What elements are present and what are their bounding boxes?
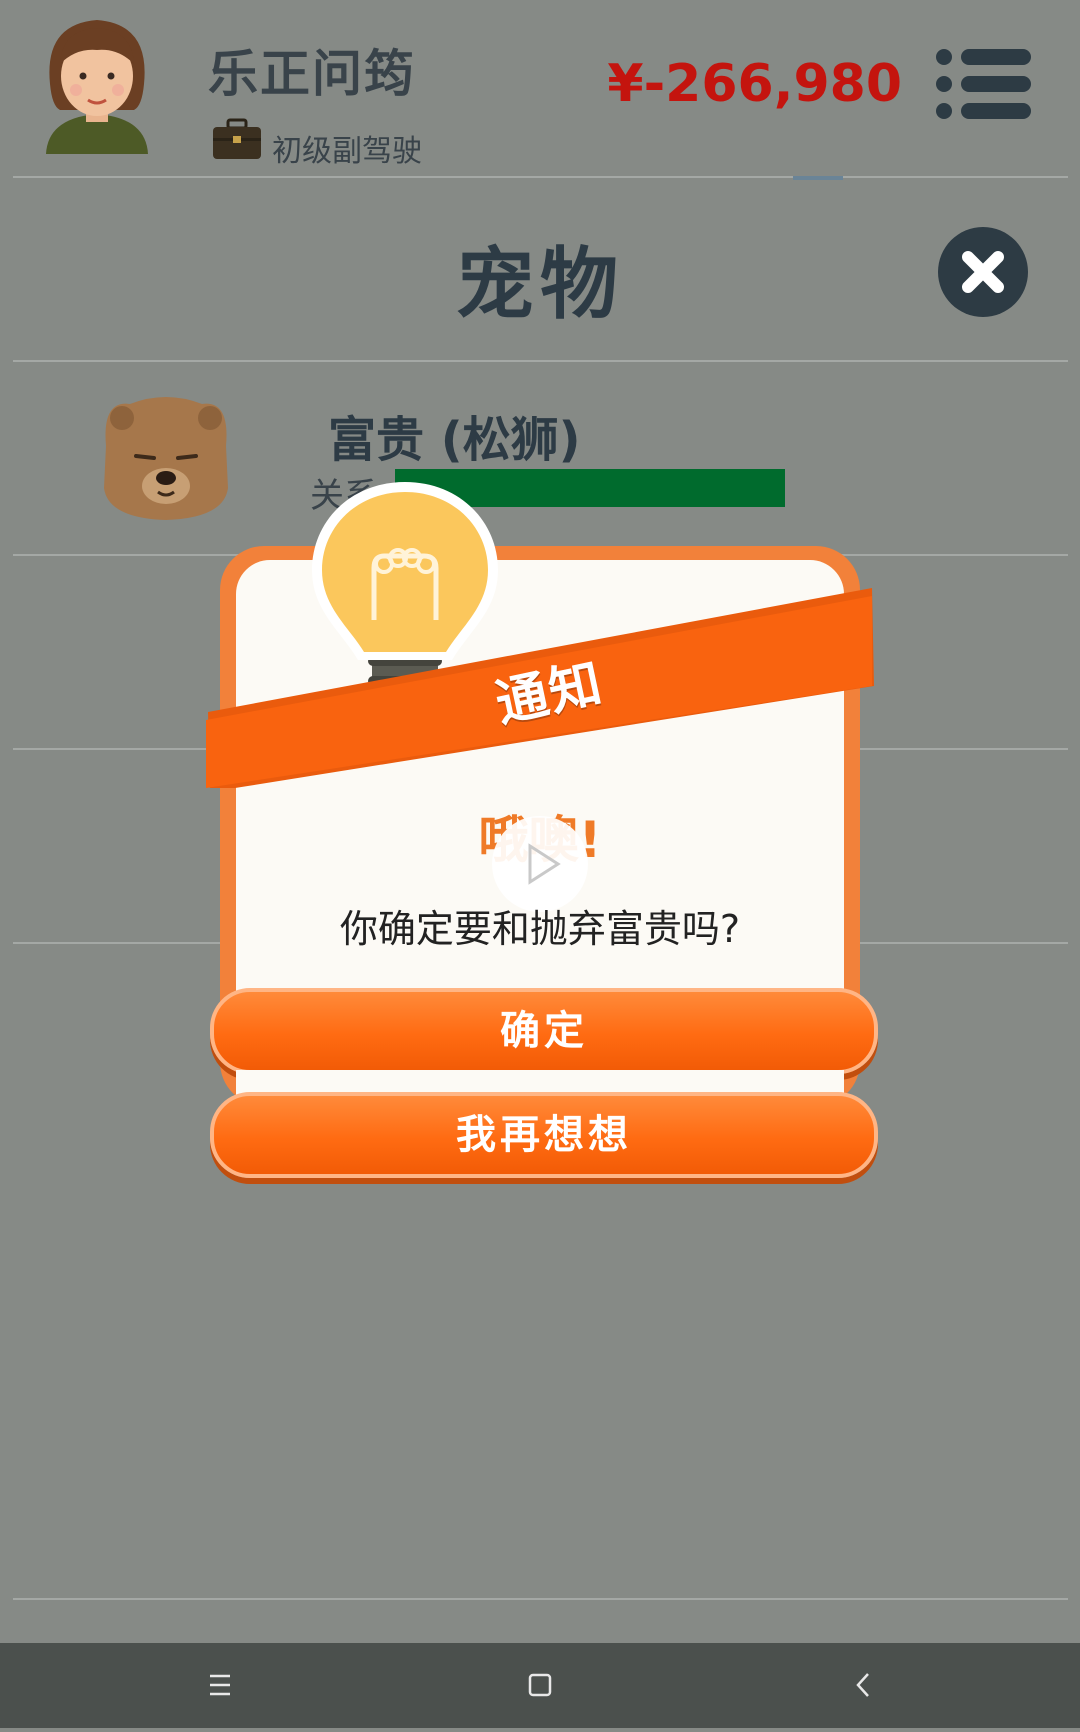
nav-home-icon: [528, 1673, 552, 1697]
header-divider: [13, 176, 1068, 178]
player-name: 乐正问筠: [208, 45, 416, 103]
close-button[interactable]: [938, 227, 1028, 317]
page-title: 宠物: [455, 240, 624, 330]
dialog-message: 你确定要和抛弃富贵吗?: [339, 907, 741, 951]
dog-icon[interactable]: [100, 394, 232, 522]
job-title: 初级副驾驶: [272, 134, 422, 169]
tab-indicator: [793, 176, 843, 180]
title-divider: [13, 360, 1068, 362]
briefcase-icon: [212, 118, 262, 160]
confirm-button[interactable]: 确定: [210, 988, 878, 1074]
money-balance: ¥-266,980: [607, 54, 902, 114]
close-icon: [962, 251, 1004, 293]
nav-back-button[interactable]: [804, 1643, 924, 1728]
nav-home-button[interactable]: [480, 1643, 600, 1728]
row-divider: [13, 1598, 1068, 1600]
reconsider-button[interactable]: 我再想想: [210, 1092, 878, 1178]
nav-menu-button[interactable]: [160, 1643, 280, 1728]
nav-back-icon: [856, 1673, 869, 1697]
avatar: [38, 14, 156, 158]
pet-name: 富贵 (松狮): [328, 412, 581, 468]
menu-icon[interactable]: [935, 48, 1031, 120]
nav-menu-icon: [210, 1674, 230, 1696]
system-nav-bar: [0, 1643, 1080, 1728]
